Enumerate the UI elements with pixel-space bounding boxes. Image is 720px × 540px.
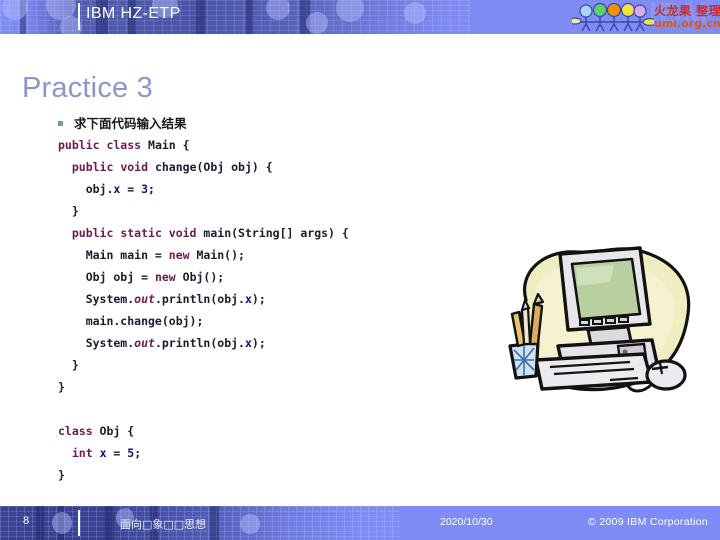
code-line: public void change(Obj obj) { xyxy=(71,160,273,174)
code-line: System.out.println(obj.x); xyxy=(58,336,266,350)
header-texture-block xyxy=(246,0,253,34)
page-number: 8 xyxy=(23,515,30,527)
code-line: } xyxy=(58,468,65,482)
code-line: System.out.println(obj.x); xyxy=(58,292,266,306)
header-texture-blob xyxy=(404,2,426,24)
header-divider xyxy=(78,3,80,30)
footer-topic: 面向□象□□思想 xyxy=(120,518,207,531)
code-line: Obj obj = new Obj(); xyxy=(58,270,225,284)
code-line: } xyxy=(58,380,65,394)
square-bullet-icon xyxy=(58,120,63,126)
watermark-url: umi.org.cn xyxy=(654,17,720,30)
code-line: Main main = new Main(); xyxy=(58,248,245,262)
footer-texture-blob xyxy=(240,514,260,534)
footer-texture-blob xyxy=(52,512,72,534)
eight-people-logo xyxy=(572,2,654,32)
footer-texture-block xyxy=(210,506,219,540)
code-line: main.change(obj); xyxy=(58,314,204,328)
footer-copyright: © 2009 IBM Corporation xyxy=(588,516,708,528)
page-title: Practice 3 xyxy=(22,72,153,104)
footer-texture-block xyxy=(104,506,114,540)
header-texture-block xyxy=(196,0,205,34)
footer-date: 2020/10/30 xyxy=(440,516,493,528)
footer-divider xyxy=(78,510,80,536)
code-line: public class Main { xyxy=(58,138,190,152)
code-line: class Obj { xyxy=(58,424,135,438)
code-block: public class Main { public void change(O… xyxy=(58,134,488,486)
code-line: public static void main(String[] args) { xyxy=(71,226,349,240)
bullet-item-label: 求下面代码输入结果 xyxy=(74,116,187,131)
code-line: } xyxy=(58,204,79,218)
code-line: obj.x = 3; xyxy=(58,182,155,196)
code-line: } xyxy=(58,358,79,372)
desktop-computer-clipart xyxy=(508,246,691,393)
header-banner: IBM HZ-ETP IBM 火龙果 整理 umi.org.cn xyxy=(0,0,720,34)
bullet-item: 求下面代码输入结果 xyxy=(58,113,187,132)
code-line: int x = 5; xyxy=(71,446,142,460)
footer-texture-block xyxy=(36,506,44,540)
header-title: IBM HZ-ETP xyxy=(86,5,181,22)
header-texture-blob xyxy=(306,12,328,34)
footer-banner: 8 面向□象□□思想 2020/10/30 © 2009 IBM Corpora… xyxy=(0,506,720,540)
